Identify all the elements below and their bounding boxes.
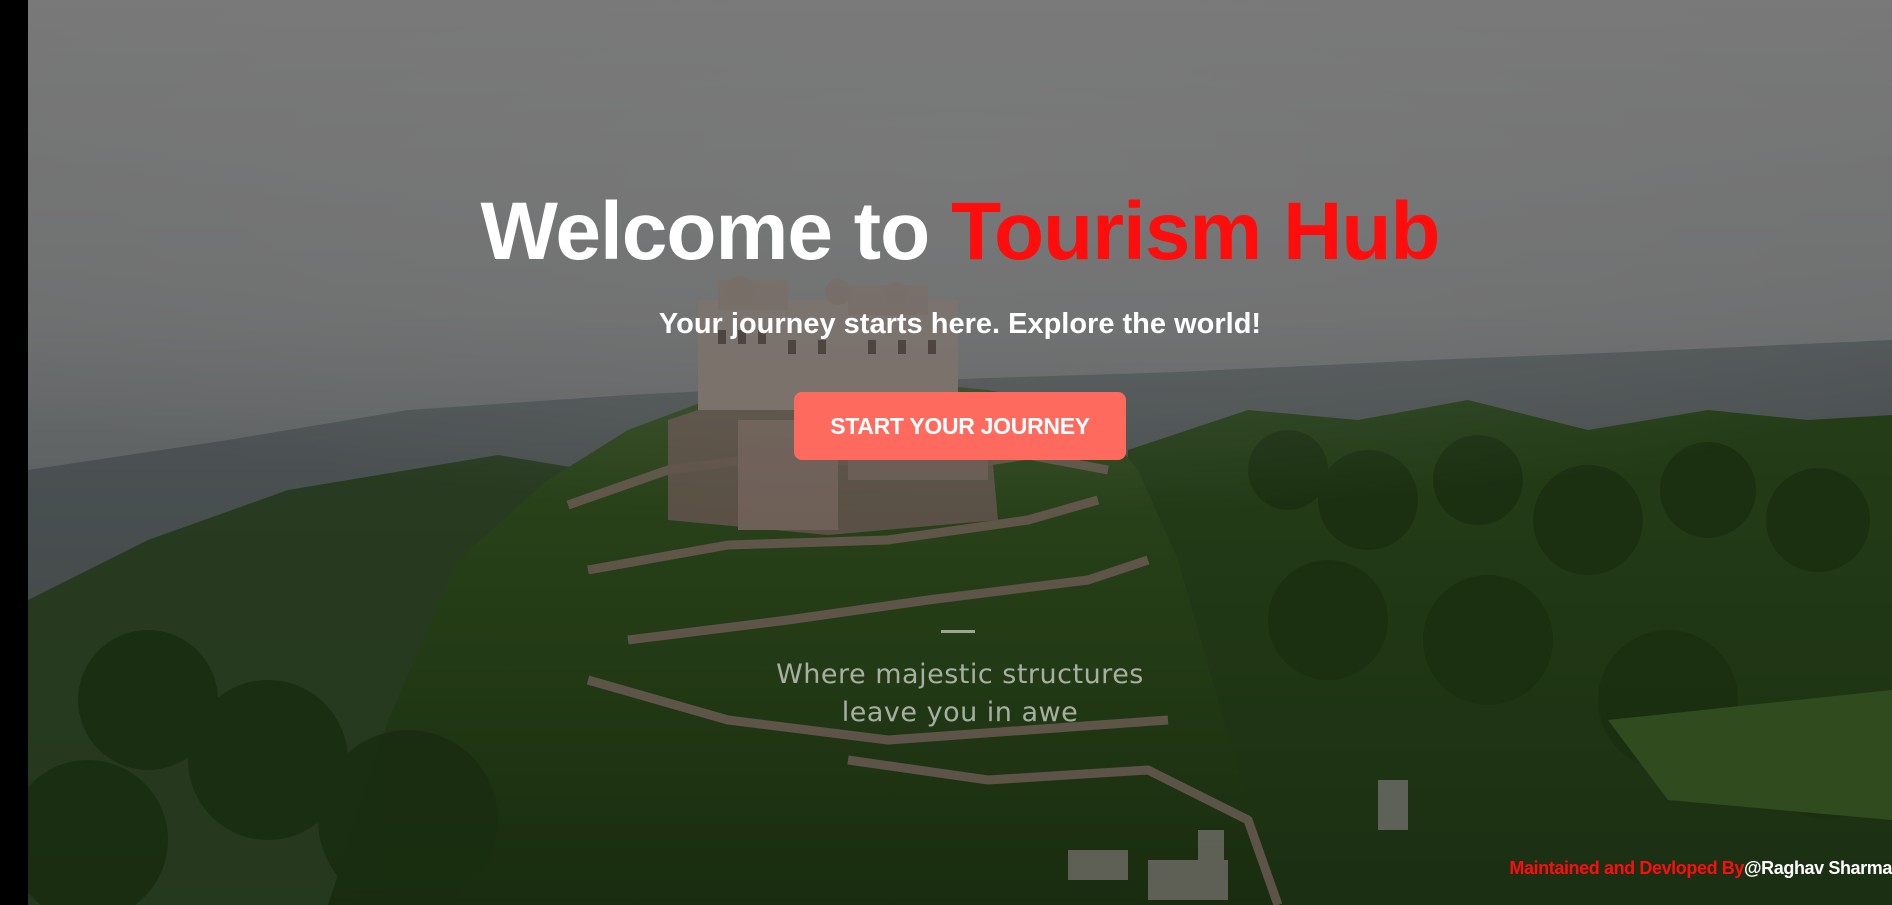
hero-title-brand: Tourism Hub bbox=[950, 186, 1441, 277]
left-edge-strip bbox=[0, 0, 28, 905]
hero-title-prefix: Welcome to bbox=[480, 186, 930, 277]
landing-page: Welcome to Tourism Hub Your journey star… bbox=[0, 0, 1892, 905]
hero-section: Welcome to Tourism Hub Your journey star… bbox=[28, 0, 1892, 905]
start-journey-button[interactable]: START YOUR JOURNEY bbox=[794, 392, 1126, 460]
hero-content: Welcome to Tourism Hub Your journey star… bbox=[28, 0, 1892, 905]
footer-credit: Maintained and Devloped By@Raghav Sharma bbox=[1509, 858, 1892, 879]
tagline-divider bbox=[941, 630, 975, 633]
tagline-line-2: leave you in awe bbox=[841, 697, 1079, 728]
hero-tagline: Where majestic structures leave you in a… bbox=[28, 656, 1892, 732]
hero-title: Welcome to Tourism Hub bbox=[28, 182, 1892, 282]
tagline-line-1: Where majestic structures bbox=[776, 659, 1144, 690]
credit-prefix: Maintained and Devloped By bbox=[1509, 858, 1744, 878]
hero-subtitle: Your journey starts here. Explore the wo… bbox=[658, 308, 1262, 340]
credit-author-link[interactable]: @Raghav Sharma bbox=[1744, 858, 1892, 878]
